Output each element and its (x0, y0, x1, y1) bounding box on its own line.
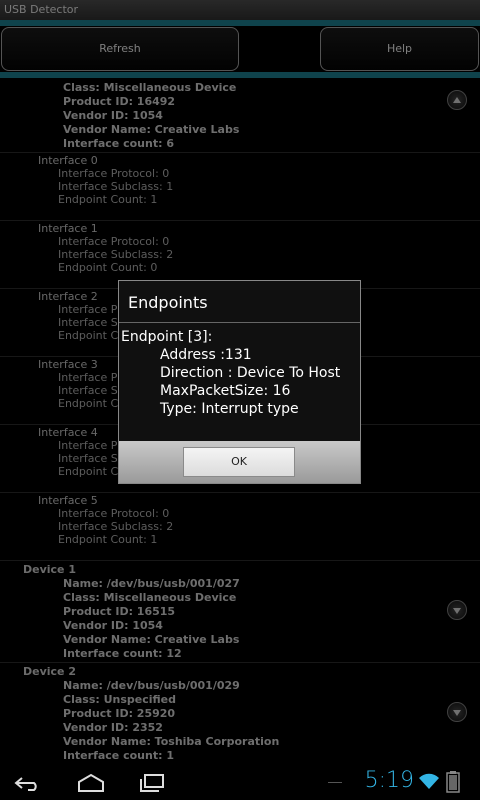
clock: 5:19 (364, 768, 414, 793)
status-dash (328, 782, 342, 783)
wifi-icon (419, 773, 439, 789)
dialog-button-bar: OK (119, 441, 360, 483)
endpoints-dialog: Endpoints Endpoint [3]: Address :131 Dir… (118, 280, 361, 484)
battery-icon (446, 771, 460, 793)
recent-apps-icon[interactable] (138, 773, 166, 793)
endpoint-max-packet-size: MaxPacketSize: 16 (160, 383, 291, 399)
dialog-title: Endpoints (128, 293, 208, 312)
navigation-bar: 5:19 (0, 766, 480, 800)
dialog-divider (119, 322, 360, 323)
home-icon[interactable] (76, 773, 106, 793)
endpoint-direction: Direction : Device To Host (160, 365, 341, 381)
ok-button[interactable]: OK (183, 447, 295, 477)
endpoint-type: Type: Interrupt type (160, 401, 299, 417)
endpoint-address: Address :131 (160, 347, 252, 363)
endpoint-label: Endpoint [3]: (121, 329, 213, 345)
back-icon[interactable] (14, 774, 44, 792)
